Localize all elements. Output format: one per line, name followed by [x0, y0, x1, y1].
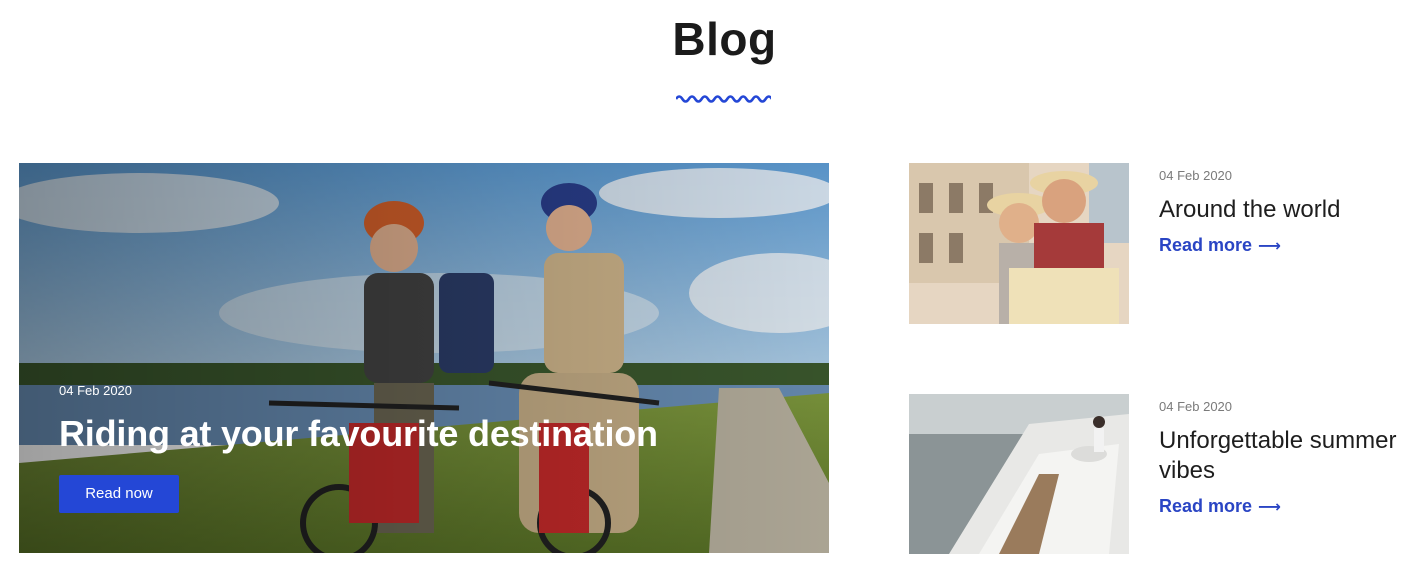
- yacht-image: [909, 394, 1129, 554]
- post-thumbnail[interactable]: [909, 163, 1129, 324]
- arrow-right-icon: ⟶: [1258, 499, 1281, 516]
- post-title[interactable]: Unforgettable summer vibes: [1159, 426, 1409, 486]
- read-now-button[interactable]: Read now: [59, 475, 179, 513]
- post-date: 04 Feb 2020: [1159, 168, 1233, 183]
- featured-post[interactable]: 04 Feb 2020 Riding at your favourite des…: [19, 163, 829, 553]
- read-more-label: Read more: [1159, 235, 1253, 255]
- post-title[interactable]: Around the world: [1159, 195, 1409, 225]
- page-title: Blog: [672, 13, 777, 65]
- wave-divider: [676, 95, 771, 103]
- read-more-label: Read more: [1159, 496, 1253, 516]
- post-date: 04 Feb 2020: [1159, 399, 1233, 414]
- post-card: 04 Feb 2020 Unforgettable summer vibes R…: [909, 394, 1409, 554]
- post-thumbnail[interactable]: [909, 394, 1129, 555]
- featured-title[interactable]: Riding at your favourite destination: [59, 413, 658, 455]
- travel-couple-image: [909, 163, 1129, 324]
- post-card: 04 Feb 2020 Around the world Read more ⟶: [909, 163, 1409, 324]
- read-more-link[interactable]: Read more ⟶: [1159, 496, 1281, 517]
- read-more-link[interactable]: Read more ⟶: [1159, 235, 1281, 256]
- featured-date: 04 Feb 2020: [59, 383, 133, 398]
- arrow-right-icon: ⟶: [1258, 238, 1281, 255]
